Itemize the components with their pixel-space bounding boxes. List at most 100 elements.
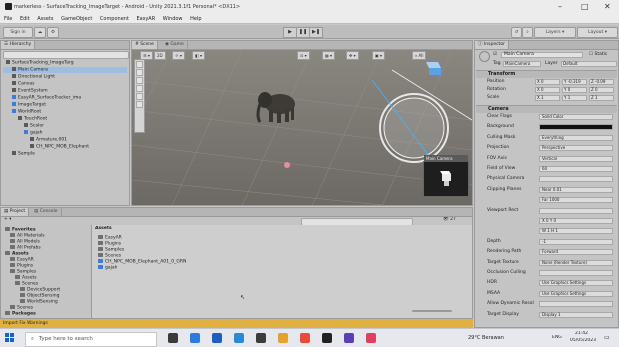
layer-dropdown[interactable]: Default: [561, 61, 617, 67]
transform-scale-z-field[interactable]: Z 1: [589, 95, 614, 101]
close-button[interactable]: ✕: [604, 2, 611, 11]
clock-time[interactable]: 21:42: [575, 331, 588, 337]
tab-game[interactable]: ◉ Game: [162, 41, 188, 49]
menu-gameobject[interactable]: GameObject: [61, 16, 92, 22]
rotate-tool-icon[interactable]: [136, 77, 143, 84]
tab-project[interactable]: ▤ Project: [1, 208, 30, 216]
notification-icon[interactable]: ▭: [604, 335, 610, 341]
camera-field-value[interactable]: Solid Color: [539, 114, 613, 120]
camera-field-value[interactable]: Far 1000: [539, 197, 613, 204]
hierarchy-search-input[interactable]: [3, 51, 129, 59]
hierarchy-item[interactable]: Directional Light: [3, 74, 127, 80]
menu-assets[interactable]: Assets: [37, 16, 53, 22]
folder-tree-item[interactable]: Packages: [3, 311, 89, 317]
media-app-icon[interactable]: [366, 333, 376, 343]
clock-date[interactable]: 05/05/2023: [570, 338, 596, 344]
scene-snap-toggle[interactable]: ✥ ▾: [346, 51, 359, 60]
camera-field-value[interactable]: [539, 301, 613, 308]
scene-2d-toggle[interactable]: 2D: [154, 51, 166, 60]
rect-tool-icon[interactable]: [136, 93, 143, 100]
camera-field-value[interactable]: None (Render Texture): [539, 259, 613, 266]
minimize-button[interactable]: –: [558, 2, 562, 11]
camera-field-value[interactable]: [539, 207, 613, 214]
menu-component[interactable]: Component: [100, 16, 129, 22]
tab-console[interactable]: ▤ Console: [31, 208, 62, 216]
menu-help[interactable]: Help: [190, 16, 201, 22]
play-button[interactable]: ▶: [283, 27, 297, 38]
camera-field-value[interactable]: Vertical: [539, 155, 613, 162]
collab-icon[interactable]: ⚙: [47, 27, 59, 38]
camera-field-value[interactable]: 60: [539, 166, 613, 172]
hierarchy-item[interactable]: SurfaceTracking_ImageTarg: [3, 60, 127, 66]
edge-icon[interactable]: [234, 333, 244, 343]
console-status-bar[interactable]: Import Fix Warnings: [0, 319, 473, 328]
tag-dropdown[interactable]: MainCamera: [503, 61, 541, 67]
layout-dropdown[interactable]: Layout ▾: [577, 27, 618, 38]
transform-tool-icon[interactable]: [136, 101, 143, 108]
hierarchy-item[interactable]: Armature.001: [3, 137, 127, 143]
transform-rotation-y-field[interactable]: Y 0: [562, 87, 587, 93]
app-icon[interactable]: [344, 333, 354, 343]
folder-icon[interactable]: [278, 333, 288, 343]
hierarchy-item[interactable]: Main Camera: [3, 67, 127, 73]
tab-scene[interactable]: # Scene: [132, 41, 158, 49]
scene-camera-dropdown[interactable]: ▣ ▾: [372, 51, 386, 60]
scene-viewport[interactable]: Main Camera: [132, 50, 472, 205]
store-icon[interactable]: [212, 333, 222, 343]
hierarchy-item[interactable]: ImageTarget: [3, 102, 127, 108]
active-checkbox[interactable]: ☑: [493, 52, 497, 58]
step-button[interactable]: ▶❚: [309, 27, 323, 38]
menu-window[interactable]: Window: [163, 16, 183, 22]
camera-field-value[interactable]: Display 1: [539, 311, 613, 318]
transform-scale-y-field[interactable]: Y 1: [562, 95, 587, 101]
taskbar-search-input[interactable]: ⌕ Type here to search: [25, 332, 157, 347]
camera-field-value[interactable]: [539, 124, 613, 131]
transform-rotation-z-field[interactable]: Z 0: [589, 87, 614, 93]
tab-hierarchy[interactable]: ☰ Hierarchy: [1, 41, 36, 49]
hierarchy-item[interactable]: Scaler: [3, 123, 127, 129]
layers-dropdown[interactable]: Layers ▾: [534, 27, 576, 38]
history-icon[interactable]: ↺: [511, 27, 522, 38]
menu-edit[interactable]: Edit: [20, 16, 30, 22]
add-asset-button[interactable]: + ▾: [4, 217, 11, 223]
transform-header[interactable]: Transform: [476, 70, 617, 78]
hierarchy-item[interactable]: CH_NPC_MOB_Elephant: [3, 144, 127, 150]
hierarchy-item[interactable]: TouchRoot: [3, 116, 127, 122]
unity-editor-icon[interactable]: [322, 333, 332, 343]
scale-tool-icon[interactable]: [136, 85, 143, 92]
cloud-icon[interactable]: ☁: [34, 27, 46, 38]
camera-field-value[interactable]: Use Graphics Settings: [539, 290, 613, 297]
chrome-icon[interactable]: [300, 333, 310, 343]
camera-field-value[interactable]: Forward: [539, 249, 613, 256]
unity-hub-icon[interactable]: [256, 333, 266, 343]
hierarchy-item[interactable]: EasyAR_SurfaceTracker_ima: [3, 95, 127, 101]
camera-field-value[interactable]: [539, 270, 613, 276]
pause-button[interactable]: ❚❚: [296, 27, 310, 38]
object-name-field[interactable]: Main Camera: [501, 52, 583, 58]
transform-position-x-field[interactable]: X 0: [535, 79, 560, 85]
hierarchy-item[interactable]: Canvas: [3, 81, 127, 87]
scene-lighting-toggle[interactable]: ☼ ▾: [172, 51, 185, 60]
transform-position-y-field[interactable]: Y -0.319: [562, 79, 587, 85]
hierarchy-item[interactable]: gajah: [3, 130, 127, 136]
camera-field-value[interactable]: Perspective: [539, 145, 613, 152]
camera-field-value[interactable]: Near 0.01: [539, 186, 613, 193]
camera-field-value[interactable]: Use Graphics Settings: [539, 280, 613, 287]
tab-inspector[interactable]: ⓘ Inspector: [475, 41, 509, 49]
transform-position-z-field[interactable]: Z -0.09: [589, 79, 614, 85]
move-tool-icon[interactable]: [136, 69, 143, 76]
task-view-icon[interactable]: [168, 333, 178, 343]
hand-tool-icon[interactable]: [136, 61, 143, 68]
hierarchy-item[interactable]: WorldRoot: [3, 109, 127, 115]
asset-item[interactable]: gajah: [98, 265, 117, 271]
camera-field-value[interactable]: Everything: [539, 134, 613, 141]
search-icon[interactable]: ⌕: [522, 27, 533, 38]
static-toggle[interactable]: ☐ Static: [589, 52, 607, 58]
language-indicator[interactable]: ENG: [552, 335, 562, 341]
scene-gizmos-dropdown[interactable]: ◧ ▾: [192, 51, 206, 60]
maximize-button[interactable]: □: [581, 2, 589, 11]
hierarchy-item[interactable]: EventSystem: [3, 88, 127, 94]
hierarchy-item[interactable]: Sample: [3, 151, 127, 157]
weather-widget[interactable]: 29°C Berawan: [468, 335, 504, 341]
camera-field-value[interactable]: W 1 H 1: [539, 228, 613, 235]
